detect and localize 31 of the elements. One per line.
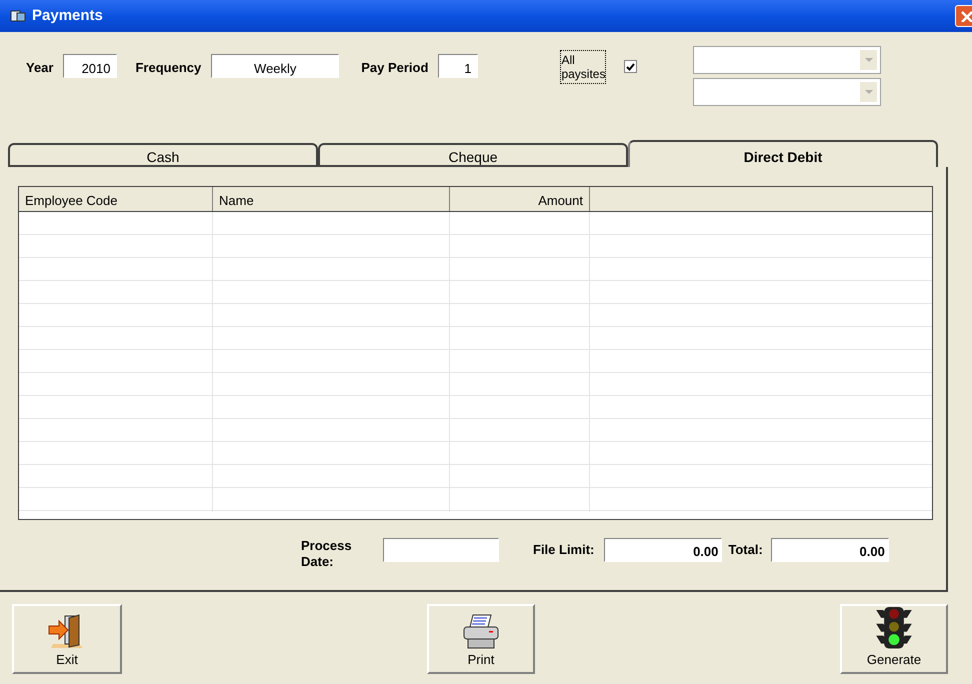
frequency-field[interactable]: Weekly <box>211 54 340 78</box>
field-label: Year <box>26 59 54 77</box>
process-date-field[interactable] <box>383 538 499 562</box>
dropdown[interactable] <box>693 46 882 74</box>
all-paysites-checkbox[interactable] <box>624 60 638 73</box>
process-date-label: Process Date: <box>301 538 353 570</box>
column-header[interactable]: Amount <box>450 187 590 211</box>
column-header[interactable]: Employee Code <box>19 187 213 211</box>
tab[interactable]: Cheque <box>318 143 628 167</box>
total-field[interactable]: 0.00 <box>770 538 889 562</box>
window-title: Payments <box>32 6 103 26</box>
file-limit-field[interactable]: 0.00 <box>604 538 722 562</box>
field-label: Pay Period <box>361 59 428 77</box>
exit-button[interactable]: Exit <box>12 604 122 674</box>
close-button[interactable] <box>955 5 972 27</box>
printer-icon <box>461 614 501 650</box>
window-icon <box>10 9 26 23</box>
traffic-light-icon <box>874 606 914 650</box>
column-header[interactable]: Name <box>213 187 450 211</box>
close-icon <box>960 10 972 22</box>
tab[interactable]: Cash <box>8 143 318 167</box>
file-limit-label: File Limit: <box>533 541 594 559</box>
total-label: Total: <box>728 541 763 559</box>
field-label: Frequency <box>135 59 202 77</box>
pay-period-field[interactable]: 1 <box>438 54 478 78</box>
all-paysites-label: All paysites <box>560 50 606 84</box>
year-field[interactable]: 2010 <box>63 54 118 78</box>
dropdown[interactable] <box>693 78 882 106</box>
print-button[interactable]: Print <box>427 604 535 674</box>
generate-button[interactable]: Generate <box>840 604 948 674</box>
tab[interactable]: Direct Debit <box>628 140 938 167</box>
